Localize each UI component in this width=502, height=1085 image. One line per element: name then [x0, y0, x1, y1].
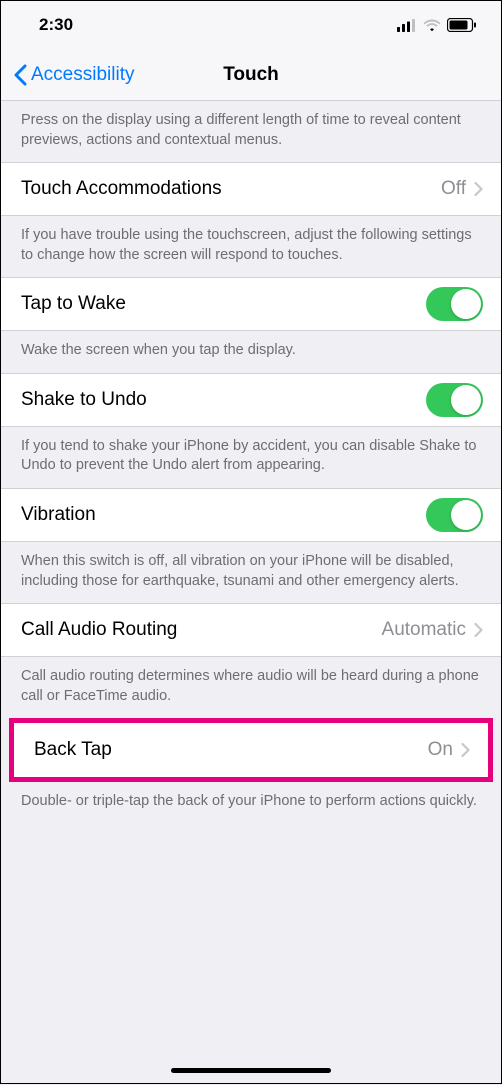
row-value: On [428, 739, 453, 761]
row-label: Tap to Wake [21, 293, 126, 315]
call-audio-footer: Call audio routing determines where audi… [1, 657, 501, 718]
back-button[interactable]: Accessibility [13, 64, 134, 86]
back-label: Accessibility [31, 64, 134, 86]
back-tap-footer: Double- or triple-tap the back of your i… [1, 782, 501, 824]
home-indicator[interactable] [171, 1068, 331, 1073]
status-icons [397, 18, 477, 32]
vibration-toggle[interactable] [426, 498, 483, 532]
shake-to-undo-toggle[interactable] [426, 383, 483, 417]
status-bar: 2:30 [1, 1, 501, 49]
tap-to-wake-toggle[interactable] [426, 287, 483, 321]
cellular-icon [397, 19, 417, 32]
content-scroll[interactable]: Press on the display using a different l… [1, 101, 501, 1085]
chevron-right-icon [474, 182, 483, 196]
vibration-footer: When this switch is off, all vibration o… [1, 542, 501, 603]
row-label: Shake to Undo [21, 389, 147, 411]
row-label: Touch Accommodations [21, 178, 222, 200]
row-label: Vibration [21, 504, 96, 526]
haptic-touch-footer: Press on the display using a different l… [1, 101, 501, 162]
status-time: 2:30 [39, 15, 73, 35]
touch-accommodations-row[interactable]: Touch Accommodations Off [1, 162, 501, 216]
shake-to-undo-footer: If you tend to shake your iPhone by acci… [1, 427, 501, 488]
vibration-row[interactable]: Vibration [1, 488, 501, 542]
call-audio-routing-row[interactable]: Call Audio Routing Automatic [1, 603, 501, 657]
back-tap-highlight: Back Tap On [9, 718, 493, 782]
shake-to-undo-row[interactable]: Shake to Undo [1, 373, 501, 427]
row-label: Back Tap [34, 739, 112, 761]
tap-to-wake-footer: Wake the screen when you tap the display… [1, 331, 501, 373]
battery-icon [447, 18, 477, 32]
chevron-left-icon [13, 64, 27, 86]
wifi-icon [423, 19, 441, 32]
back-tap-row[interactable]: Back Tap On [14, 723, 488, 777]
tap-to-wake-row[interactable]: Tap to Wake [1, 277, 501, 331]
row-label: Call Audio Routing [21, 619, 177, 641]
row-value: Automatic [382, 619, 466, 641]
touch-accommodations-footer: If you have trouble using the touchscree… [1, 216, 501, 277]
chevron-right-icon [474, 623, 483, 637]
row-value: Off [441, 178, 466, 200]
nav-bar: Accessibility Touch [1, 49, 501, 101]
chevron-right-icon [461, 743, 470, 757]
